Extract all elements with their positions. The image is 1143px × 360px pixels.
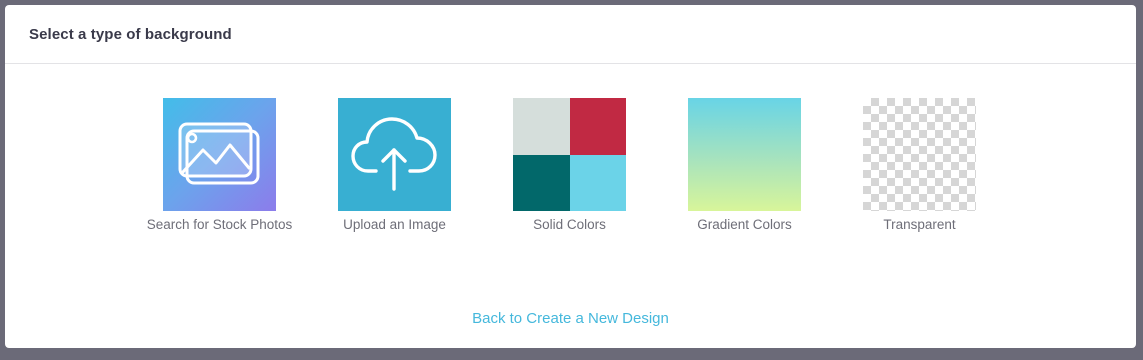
option-label: Solid Colors	[533, 217, 606, 232]
gradient-colors-icon[interactable]	[688, 98, 801, 211]
color-swatch-light-gray	[513, 98, 570, 155]
option-label: Gradient Colors	[697, 217, 792, 232]
option-gradient-colors[interactable]: Gradient Colors	[657, 98, 832, 232]
color-swatch-light-blue	[569, 154, 626, 211]
color-swatch-teal	[513, 154, 570, 211]
modal-title: Select a type of background	[29, 25, 232, 43]
option-label: Transparent	[883, 217, 956, 232]
upload-image-tile[interactable]	[338, 98, 451, 211]
option-label: Upload an Image	[343, 217, 446, 232]
modal-header: Select a type of background	[5, 5, 1136, 64]
background-options: Search for Stock Photos Upload an Image …	[5, 98, 1136, 248]
back-to-create-link[interactable]: Back to Create a New Design	[472, 310, 669, 327]
background-type-modal: Select a type of background Search for S…	[5, 5, 1136, 348]
option-stock-photos[interactable]: Search for Stock Photos	[132, 98, 307, 232]
color-swatch-red	[569, 98, 626, 155]
cloud-upload-icon	[351, 117, 437, 191]
stock-photos-tile[interactable]	[163, 98, 276, 211]
stock-photos-icon	[178, 122, 260, 185]
option-solid-colors[interactable]: Solid Colors	[482, 98, 657, 232]
transparent-icon[interactable]	[863, 98, 976, 211]
option-label: Search for Stock Photos	[146, 217, 293, 232]
option-transparent[interactable]: Transparent	[832, 98, 1007, 232]
back-to-create-link-container: Back to Create a New Design	[5, 310, 1136, 327]
solid-colors-icon[interactable]	[513, 98, 626, 211]
option-upload-image[interactable]: Upload an Image	[307, 98, 482, 232]
